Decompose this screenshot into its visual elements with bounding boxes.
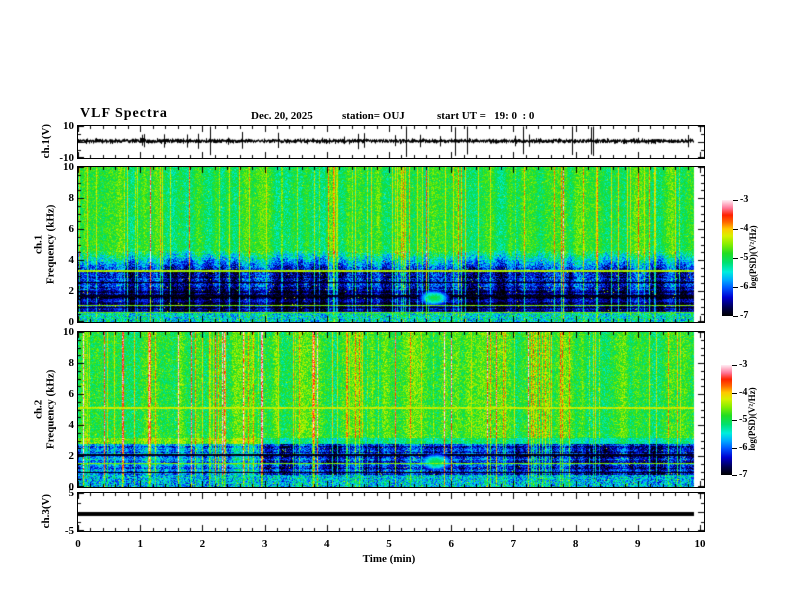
ch2-channel-label: ch.2 — [32, 399, 45, 419]
colorbar-tick — [732, 420, 737, 421]
ch1-spectrogram-canvas — [78, 167, 704, 322]
x-tick-label: 2 — [199, 538, 206, 550]
y-tick-label: 5 — [68, 487, 75, 499]
colorbar-unit-label: log(PSD)(V²/Hz) — [747, 387, 757, 451]
ch1-frequency-unit-label: Frequency (kHz) — [45, 204, 57, 285]
ch3-voltage-panel — [77, 492, 705, 532]
colorbar-tick — [732, 447, 737, 449]
station-label: station= OUJ — [342, 110, 405, 122]
x-tick-label: 6 — [448, 538, 454, 550]
ch2-spectrogram-panel — [77, 331, 705, 488]
x-tick-label: 4 — [324, 538, 330, 550]
x-tick-label: 1 — [137, 538, 143, 550]
colorbar-tick — [733, 200, 738, 201]
y-tick-label: 2 — [68, 285, 75, 297]
y-tick-label: 2 — [68, 450, 75, 462]
ch1-voltage-panel — [77, 125, 705, 159]
colorbar — [722, 200, 733, 316]
y-tick-label: 8 — [68, 192, 75, 204]
colorbar-unit-label: log(PSD)(V²/Hz) — [748, 225, 758, 289]
x-tick-label: 10 — [694, 538, 706, 550]
colorbar-tick-label: -3 — [740, 194, 749, 205]
y-tick-label: 4 — [68, 419, 75, 431]
colorbar-tick — [733, 287, 738, 288]
time-axis-title: Time (min) — [362, 553, 416, 565]
colorbar-tick-label: -7 — [740, 310, 749, 321]
y-tick-label: 4 — [68, 254, 75, 266]
ch2-frequency-unit-label: Frequency (kHz) — [45, 369, 57, 450]
y-tick-label: 6 — [68, 388, 75, 400]
plot-title: VLF Spectra — [80, 106, 168, 121]
ch1-voltage-waveform-canvas — [78, 126, 704, 158]
vlf-spectra-page: { "header":{ "title":"VLF Spectra", "dat… — [0, 0, 792, 612]
y-tick-label: 8 — [68, 357, 75, 369]
colorbar-tick-label: -7 — [739, 469, 748, 480]
ch3-voltage-canvas — [78, 493, 704, 531]
date-label: Dec. 20, 2025 — [251, 110, 313, 122]
colorbar-tick — [733, 229, 738, 230]
x-tick-label: 8 — [572, 538, 579, 550]
x-tick-label: 9 — [635, 538, 641, 550]
colorbar — [721, 365, 732, 475]
colorbar-tick — [733, 258, 738, 259]
ch1-frequency-axis-label: ch.1 Frequency (kHz) — [33, 198, 58, 290]
start-ut-label: start UT = 19: 0 : 0 — [437, 110, 535, 122]
colorbar-tick — [732, 392, 737, 394]
ch1-spectrogram-panel — [77, 166, 705, 323]
x-tick-label: 5 — [386, 538, 392, 550]
y-tick-label: -5 — [64, 525, 74, 537]
colorbar-tick — [733, 316, 738, 317]
x-tick-label: 7 — [510, 538, 517, 550]
y-tick-label: 6 — [68, 223, 75, 235]
y-tick-label: 10 — [63, 161, 74, 173]
y-tick-label: 10 — [63, 120, 74, 132]
colorbar-tick — [732, 365, 737, 366]
x-tick-label: 3 — [261, 538, 268, 550]
x-tick-label: 0 — [75, 538, 81, 550]
ch2-frequency-axis-label: ch.2 Frequency (kHz) — [33, 363, 58, 455]
ch1-channel-label: ch.1 — [32, 234, 45, 254]
y-tick-label: 10 — [63, 326, 74, 338]
ch2-spectrogram-canvas — [78, 332, 704, 487]
colorbar-tick — [732, 475, 737, 476]
colorbar-tick-label: -3 — [739, 359, 748, 370]
